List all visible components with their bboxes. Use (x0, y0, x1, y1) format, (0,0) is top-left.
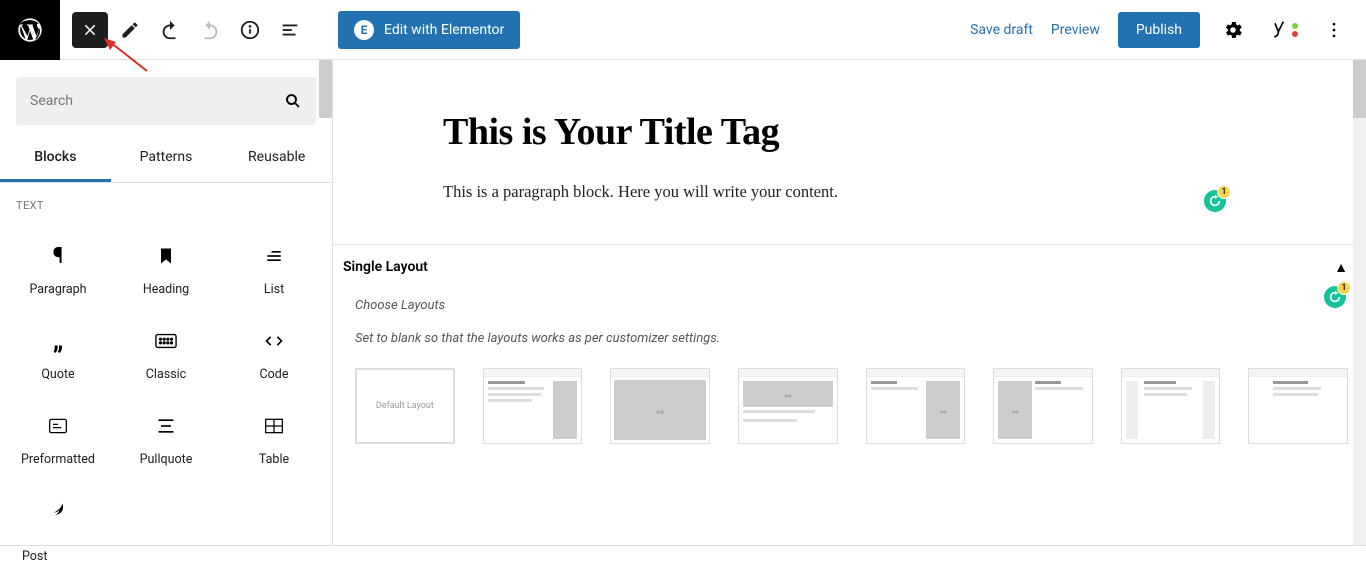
list-icon (264, 244, 284, 268)
grammarly-badge-paragraph[interactable]: 1 (1324, 286, 1346, 308)
editor-toolbar-right: Save draft Preview Publish (970, 12, 1366, 48)
yoast-dot-green (1292, 23, 1298, 29)
elementor-icon: E (354, 20, 374, 40)
classic-icon (155, 329, 177, 353)
block-paragraph[interactable]: ¶ Paragraph (4, 228, 112, 313)
heading-icon (156, 244, 176, 268)
block-pullquote[interactable]: Pullquote (112, 398, 220, 483)
grammarly-badge-title[interactable]: 1 (1204, 190, 1226, 212)
details-button[interactable] (232, 12, 268, 48)
block-preformatted[interactable]: Preformatted (4, 398, 112, 483)
info-icon (239, 19, 261, 41)
paragraph-icon: ¶ (53, 244, 64, 268)
block-heading[interactable]: Heading (112, 228, 220, 313)
layout-option-2[interactable] (483, 368, 583, 444)
preview-button[interactable]: Preview (1051, 22, 1100, 38)
table-icon (264, 414, 284, 438)
block-list[interactable]: List (220, 228, 328, 313)
layout-help-text: Set to blank so that the layouts works a… (355, 331, 1348, 346)
outline-button[interactable] (272, 12, 308, 48)
single-layout-toggle[interactable]: Single Layout ▲ (333, 245, 1366, 290)
redo-icon (199, 19, 221, 41)
section-text-label: TEXT (0, 183, 332, 222)
editor-toolbar-left (60, 12, 320, 48)
quote-icon: „ (53, 329, 63, 353)
redo-button[interactable] (192, 12, 228, 48)
block-code[interactable]: Code (220, 313, 328, 398)
post-title[interactable]: This is Your Title Tag (333, 110, 1366, 154)
block-search-wrap (16, 77, 316, 125)
content-scrollbar-thumb[interactable] (1353, 60, 1366, 118)
choose-layouts-label: Choose Layouts (355, 298, 1348, 313)
block-inserter-panel: Blocks Patterns Reusable TEXT ¶ Paragrap… (0, 60, 332, 545)
elementor-label: Edit with Elementor (384, 22, 504, 38)
sidebar-scrollbar-thumb[interactable] (319, 60, 332, 118)
layout-default[interactable]: Default Layout (355, 368, 455, 444)
yoast-button[interactable] (1266, 15, 1302, 45)
pencil-icon (120, 20, 140, 40)
wordpress-icon (16, 16, 44, 44)
block-search-input[interactable] (30, 93, 284, 109)
inserter-tabs: Blocks Patterns Reusable (0, 135, 332, 183)
pullquote-icon (156, 414, 176, 438)
layout-option-4[interactable] (738, 368, 838, 444)
layout-option-6[interactable] (993, 368, 1093, 444)
tab-patterns[interactable]: Patterns (111, 135, 222, 182)
kebab-icon (1324, 20, 1344, 40)
wordpress-logo[interactable] (0, 0, 60, 60)
block-verse-partial[interactable] (4, 483, 112, 539)
tab-blocks[interactable]: Blocks (0, 135, 111, 182)
layout-option-3[interactable] (610, 368, 710, 444)
settings-toggle[interactable] (1218, 15, 1248, 45)
gear-icon (1222, 19, 1244, 41)
chevron-up-icon: ▲ (1334, 259, 1348, 276)
single-layout-panel: Single Layout ▲ Choose Layouts Set to bl… (333, 244, 1366, 444)
grammarly-count: 1 (1217, 185, 1231, 199)
yoast-icon (1270, 19, 1290, 41)
save-draft-button[interactable]: Save draft (970, 22, 1033, 38)
breadcrumb-item[interactable]: Post (22, 549, 47, 564)
close-icon (81, 21, 99, 39)
layout-option-7[interactable] (1121, 368, 1221, 444)
main-layout: Blocks Patterns Reusable TEXT ¶ Paragrap… (0, 60, 1366, 545)
block-table[interactable]: Table (220, 398, 328, 483)
code-icon (263, 329, 285, 353)
publish-button[interactable]: Publish (1118, 12, 1200, 48)
yoast-dot-red (1292, 31, 1298, 37)
verse-icon (49, 499, 67, 523)
block-quote[interactable]: „ Quote (4, 313, 112, 398)
editor-canvas: This is Your Title Tag This is a paragra… (332, 60, 1366, 545)
close-inserter-button[interactable] (72, 12, 108, 48)
block-classic[interactable]: Classic (112, 313, 220, 398)
more-options-button[interactable] (1320, 16, 1348, 44)
block-grid: ¶ Paragraph Heading List „ Quote Classic (0, 222, 332, 545)
tab-reusable[interactable]: Reusable (221, 135, 332, 182)
single-layout-heading: Single Layout (343, 259, 428, 276)
preformatted-icon (48, 414, 68, 438)
edit-with-elementor-button[interactable]: E Edit with Elementor (338, 11, 520, 49)
layout-options: Default Layout (355, 368, 1348, 444)
undo-icon (159, 19, 181, 41)
layout-option-5[interactable] (866, 368, 966, 444)
editor-top-bar: E Edit with Elementor Save draft Preview… (0, 0, 1366, 60)
tools-edit-button[interactable] (112, 12, 148, 48)
search-icon (284, 92, 302, 110)
undo-button[interactable] (152, 12, 188, 48)
footer-breadcrumb: Post (0, 545, 1366, 568)
list-view-icon (279, 19, 301, 41)
content-scrollbar-track[interactable] (1353, 60, 1366, 545)
grammarly-count: 1 (1337, 281, 1351, 295)
layout-option-8[interactable] (1248, 368, 1348, 444)
